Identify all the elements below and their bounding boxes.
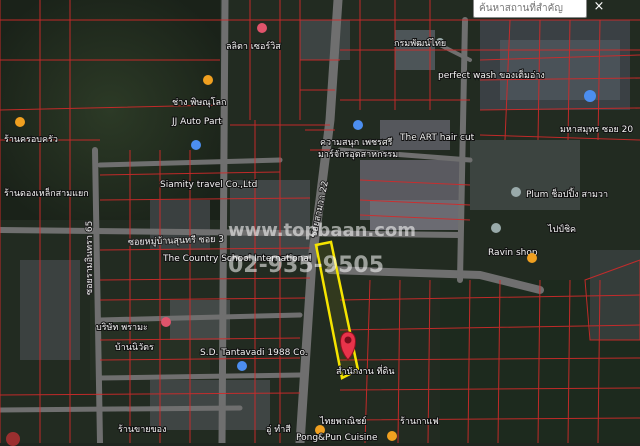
poi-pin-icon bbox=[353, 120, 363, 130]
watermark-site: www.topbaan.com bbox=[228, 220, 416, 241]
road bbox=[0, 405, 243, 413]
satellite-map[interactable]: ซอยสามวา 22 ซอยหมู่บ้านสุนทรี ซอย 3 ซอยร… bbox=[0, 0, 640, 443]
food-pin-icon bbox=[203, 75, 213, 85]
poi-pin-icon bbox=[237, 361, 247, 371]
poi-pin-icon bbox=[491, 223, 501, 233]
place-label: ความสนุก เพชรศรี bbox=[320, 137, 393, 148]
food-pin-icon bbox=[527, 253, 537, 263]
place-label: Siamity travel Co.,Ltd bbox=[160, 180, 257, 190]
place-label: The ART hair cut bbox=[399, 133, 475, 143]
watermark-phone: 02-935-9505 bbox=[228, 253, 384, 278]
place-label: ร้านกาแฟ bbox=[400, 416, 439, 427]
place-label: บริษัท พรามะ bbox=[96, 322, 148, 333]
place-label: บ้านนิวัตร bbox=[115, 342, 154, 353]
map-pin-icon[interactable] bbox=[6, 432, 20, 446]
place-label: ไปป์ชิค bbox=[547, 223, 576, 235]
place-label: ช่าง พิษณุโลก bbox=[172, 97, 226, 108]
place-label: มหาสมุทร ซอย 20 bbox=[560, 125, 633, 135]
food-pin-icon bbox=[15, 117, 25, 127]
place-label: Pong&Pun Cuisine bbox=[296, 433, 378, 443]
road-label: ซอยรามอินทรา 65 bbox=[84, 221, 95, 295]
place-label: ร้านขายของ bbox=[118, 424, 166, 435]
search-input[interactable] bbox=[473, 0, 587, 18]
place-label: ร้านครอบครัว bbox=[4, 134, 58, 145]
place-label: อู่ ทำสี bbox=[266, 424, 291, 435]
close-icon[interactable]: × bbox=[592, 0, 606, 16]
place-label: ลลิตา เซอร์วิส bbox=[226, 40, 281, 52]
poi-pin-icon bbox=[511, 187, 521, 197]
shop-pin-icon bbox=[161, 317, 171, 327]
travel-pin-icon bbox=[191, 140, 201, 150]
food-pin-icon bbox=[387, 431, 397, 441]
place-label: ไทยพาณิชย์ bbox=[319, 415, 366, 427]
place-label: JJ Auto Part bbox=[171, 117, 222, 127]
place-label: S.D. Tantavadi 1988 Co. bbox=[200, 348, 308, 358]
shop-pin-icon bbox=[257, 23, 267, 33]
place-label: มาร์จักรอุตสาหกรรม bbox=[318, 148, 398, 160]
place-label: กรมพัฒน์ไทย bbox=[394, 37, 446, 49]
poi-pin-icon bbox=[584, 90, 596, 102]
